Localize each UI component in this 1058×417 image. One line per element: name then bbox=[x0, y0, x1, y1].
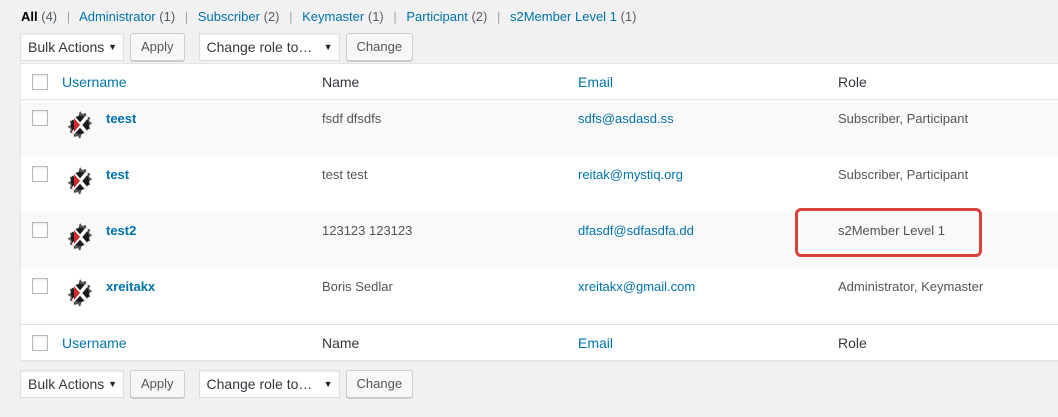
table-row: teest fsdf dfsdfs sdfs@asdasd.ss Subscri… bbox=[21, 100, 1058, 156]
filter-participant-count: (2) bbox=[471, 9, 488, 24]
row-checkbox[interactable] bbox=[32, 110, 48, 126]
column-username-footer[interactable]: Username bbox=[62, 335, 127, 351]
gear-x-avatar-icon bbox=[67, 223, 93, 251]
select-all-checkbox[interactable] bbox=[32, 74, 48, 90]
table-footer-row: Username Name Email Role bbox=[21, 324, 1058, 360]
filter-administrator-count: (1) bbox=[159, 9, 176, 24]
filter-keymaster-count: (1) bbox=[367, 9, 384, 24]
change-role-value: Change role to… bbox=[206, 376, 313, 392]
dropdown-arrow-icon: ▼ bbox=[108, 379, 117, 389]
user-role: Subscriber, Participant bbox=[838, 111, 969, 126]
filter-keymaster[interactable]: Keymaster (1) bbox=[298, 9, 387, 24]
change-role-select-bottom[interactable]: Change role to… ▼ bbox=[198, 370, 340, 398]
user-email-link[interactable]: dfasdf@sdfasdfa.dd bbox=[578, 222, 694, 240]
row-checkbox[interactable] bbox=[32, 166, 48, 182]
filter-all-count: (4) bbox=[41, 9, 58, 24]
dropdown-arrow-icon: ▼ bbox=[108, 42, 117, 52]
filter-participant-label[interactable]: Participant bbox=[406, 9, 467, 24]
highlight-box bbox=[795, 208, 982, 257]
filter-all[interactable]: All (4) bbox=[21, 9, 61, 24]
filter-administrator[interactable]: Administrator (1) bbox=[76, 9, 179, 24]
column-email[interactable]: Email bbox=[578, 74, 613, 90]
bulk-actions-select[interactable]: Bulk Actions ▼ bbox=[20, 33, 124, 61]
apply-button[interactable]: Apply bbox=[130, 33, 185, 61]
apply-button-bottom[interactable]: Apply bbox=[130, 370, 185, 398]
filter-subscriber-label[interactable]: Subscriber bbox=[198, 9, 260, 24]
tablenav-top: Bulk Actions ▼ Apply Change role to… ▼ C… bbox=[20, 33, 414, 61]
dropdown-arrow-icon: ▼ bbox=[323, 42, 333, 52]
row-checkbox[interactable] bbox=[32, 278, 48, 294]
filter-separator: | bbox=[289, 9, 293, 24]
filter-participant[interactable]: Participant (2) bbox=[403, 9, 491, 24]
username-link[interactable]: teest bbox=[106, 110, 136, 128]
user-role: Administrator, Keymaster bbox=[838, 279, 984, 294]
change-role-select[interactable]: Change role to… ▼ bbox=[198, 33, 340, 61]
user-email-link[interactable]: reitak@mystiq.org bbox=[578, 166, 683, 184]
gear-x-avatar-icon bbox=[67, 279, 93, 307]
gear-x-avatar-icon bbox=[67, 111, 93, 139]
filter-s2member-level-1[interactable]: s2Member Level 1 (1) bbox=[506, 9, 636, 24]
column-name-footer: Name bbox=[322, 335, 360, 351]
column-role: Role bbox=[838, 74, 867, 90]
user-email-link[interactable]: xreitakx@gmail.com bbox=[578, 278, 695, 296]
filter-s2member-level-1-count: (1) bbox=[620, 9, 637, 24]
column-name: Name bbox=[322, 74, 360, 90]
row-checkbox[interactable] bbox=[32, 222, 48, 238]
filter-separator: | bbox=[66, 9, 71, 24]
column-email-footer[interactable]: Email bbox=[578, 335, 613, 351]
username-link[interactable]: test bbox=[106, 166, 129, 184]
filter-separator: | bbox=[393, 9, 397, 24]
table-row: test test test reitak@mystiq.org Subscri… bbox=[21, 156, 1058, 212]
bulk-actions-select-bottom[interactable]: Bulk Actions ▼ bbox=[20, 370, 124, 398]
username-link[interactable]: test2 bbox=[106, 222, 136, 240]
filter-separator: | bbox=[184, 9, 189, 24]
bulk-actions-value: Bulk Actions bbox=[28, 39, 105, 55]
change-role-button-bottom[interactable]: Change bbox=[345, 370, 414, 398]
user-name: 123123 123123 bbox=[322, 223, 413, 238]
change-role-value: Change role to… bbox=[206, 39, 313, 55]
bulk-actions-value: Bulk Actions bbox=[28, 376, 105, 392]
user-name: test test bbox=[322, 167, 368, 182]
table-header-row: Username Name Email Role bbox=[21, 64, 1058, 100]
role-filter-links: All (4) | Administrator (1) | Subscriber… bbox=[21, 8, 636, 26]
filter-all-label: All bbox=[21, 9, 38, 24]
filter-subscriber[interactable]: Subscriber (2) bbox=[194, 9, 283, 24]
user-name: fsdf dfsdfs bbox=[322, 111, 382, 126]
table-row: xreitakx Boris Sedlar xreitakx@gmail.com… bbox=[21, 268, 1058, 324]
user-role: Subscriber, Participant bbox=[838, 167, 969, 182]
column-username[interactable]: Username bbox=[62, 74, 127, 90]
user-name: Boris Sedlar bbox=[322, 279, 393, 294]
tablenav-bottom: Bulk Actions ▼ Apply Change role to… ▼ C… bbox=[20, 370, 414, 398]
filter-subscriber-count: (2) bbox=[263, 9, 280, 24]
filter-keymaster-label[interactable]: Keymaster bbox=[302, 9, 364, 24]
gear-x-avatar-icon bbox=[67, 167, 93, 195]
filter-s2member-level-1-label[interactable]: s2Member Level 1 bbox=[510, 9, 617, 24]
username-link[interactable]: xreitakx bbox=[106, 278, 155, 296]
change-role-button[interactable]: Change bbox=[345, 33, 414, 61]
select-all-checkbox-footer[interactable] bbox=[32, 335, 48, 351]
column-role-footer: Role bbox=[838, 335, 867, 351]
filter-separator: | bbox=[496, 9, 501, 24]
user-email-link[interactable]: sdfs@asdasd.ss bbox=[578, 110, 674, 128]
dropdown-arrow-icon: ▼ bbox=[323, 379, 333, 389]
filter-administrator-label[interactable]: Administrator bbox=[79, 9, 156, 24]
